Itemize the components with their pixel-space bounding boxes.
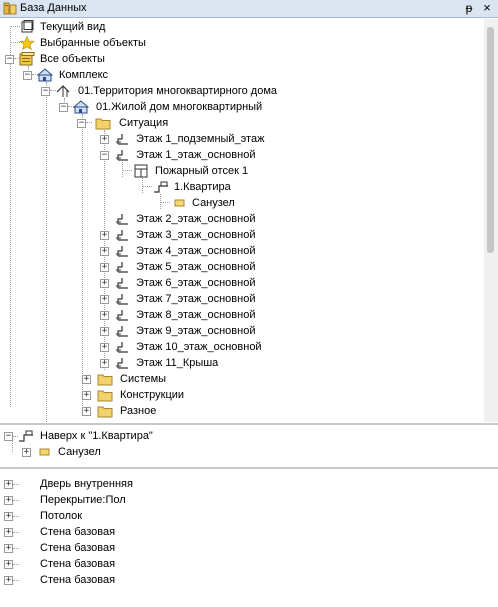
expand-icon[interactable]: + <box>4 528 13 537</box>
expand-icon[interactable]: + <box>100 311 109 320</box>
close-icon[interactable]: × <box>480 0 494 16</box>
window-titlebar: База Данных ᵽ × <box>0 0 498 18</box>
collapse-icon[interactable]: − <box>77 119 86 128</box>
scrollbar-thumb[interactable] <box>487 27 494 253</box>
folder-icon <box>97 390 113 402</box>
expand-icon[interactable]: + <box>100 279 109 288</box>
folder-icon <box>97 374 113 386</box>
expand-icon[interactable]: + <box>4 480 13 489</box>
pin-icon[interactable]: ᵽ <box>462 0 476 16</box>
collapse-icon[interactable]: − <box>41 87 50 96</box>
floor-icon <box>116 150 128 161</box>
expand-icon[interactable]: + <box>100 359 109 368</box>
expand-icon[interactable]: + <box>4 576 13 585</box>
pane-splitter[interactable] <box>0 423 498 425</box>
folder-icon <box>95 118 111 130</box>
fire-compartment-icon <box>134 164 148 178</box>
collapse-icon[interactable]: − <box>23 71 32 80</box>
expand-icon[interactable]: + <box>100 231 109 240</box>
floor-icon <box>116 214 128 225</box>
tree-scrollbar[interactable] <box>484 19 498 422</box>
apartment-icon <box>154 181 168 193</box>
expand-icon[interactable]: + <box>100 247 109 256</box>
expand-icon[interactable]: + <box>4 496 13 505</box>
objects-icon <box>19 52 35 66</box>
floor-icon <box>116 342 128 353</box>
pane-splitter[interactable] <box>0 467 498 469</box>
floor-icon <box>116 246 128 257</box>
star-icon <box>19 36 35 50</box>
expand-icon[interactable]: + <box>82 375 91 384</box>
object-tree: Текущий вид Выбранные объекты − Все объе… <box>0 19 482 422</box>
floor-icon <box>116 310 128 321</box>
expand-icon[interactable]: + <box>4 560 13 569</box>
expand-icon[interactable]: + <box>4 512 13 521</box>
expand-icon[interactable]: + <box>100 295 109 304</box>
view-icon <box>21 20 34 33</box>
floor-icon <box>116 262 128 273</box>
territory-icon <box>56 85 70 97</box>
navigation-pane: − Наверх к "1.Квартира" + Санузел <box>4 430 153 458</box>
collapse-icon[interactable]: − <box>4 432 13 441</box>
complex-icon <box>37 68 53 82</box>
window-title: База Данных <box>20 2 87 14</box>
elements-list: + Дверь внутренняя + Перекрытие:Пол + По… <box>4 478 133 586</box>
floor-icon <box>116 326 128 337</box>
expand-icon[interactable]: + <box>82 391 91 400</box>
expand-icon[interactable]: + <box>100 263 109 272</box>
floor-icon <box>116 134 128 145</box>
expand-icon[interactable]: + <box>100 135 109 144</box>
database-icon <box>3 2 17 15</box>
collapse-icon[interactable]: − <box>59 103 68 112</box>
collapse-icon[interactable]: − <box>100 151 109 160</box>
floor-icon <box>116 278 128 289</box>
expand-icon[interactable]: + <box>82 407 91 416</box>
apartment-icon <box>19 430 33 442</box>
floor-icon <box>116 294 128 305</box>
floor-icon <box>116 358 128 369</box>
folder-icon <box>97 406 113 418</box>
expand-icon[interactable]: + <box>100 327 109 336</box>
floor-icon <box>116 230 128 241</box>
expand-icon[interactable]: + <box>22 448 31 457</box>
expand-icon[interactable]: + <box>100 343 109 352</box>
collapse-icon[interactable]: − <box>5 55 14 64</box>
room-icon <box>174 199 185 207</box>
building-icon <box>73 100 89 114</box>
expand-icon[interactable]: + <box>4 544 13 553</box>
room-icon <box>39 448 50 456</box>
